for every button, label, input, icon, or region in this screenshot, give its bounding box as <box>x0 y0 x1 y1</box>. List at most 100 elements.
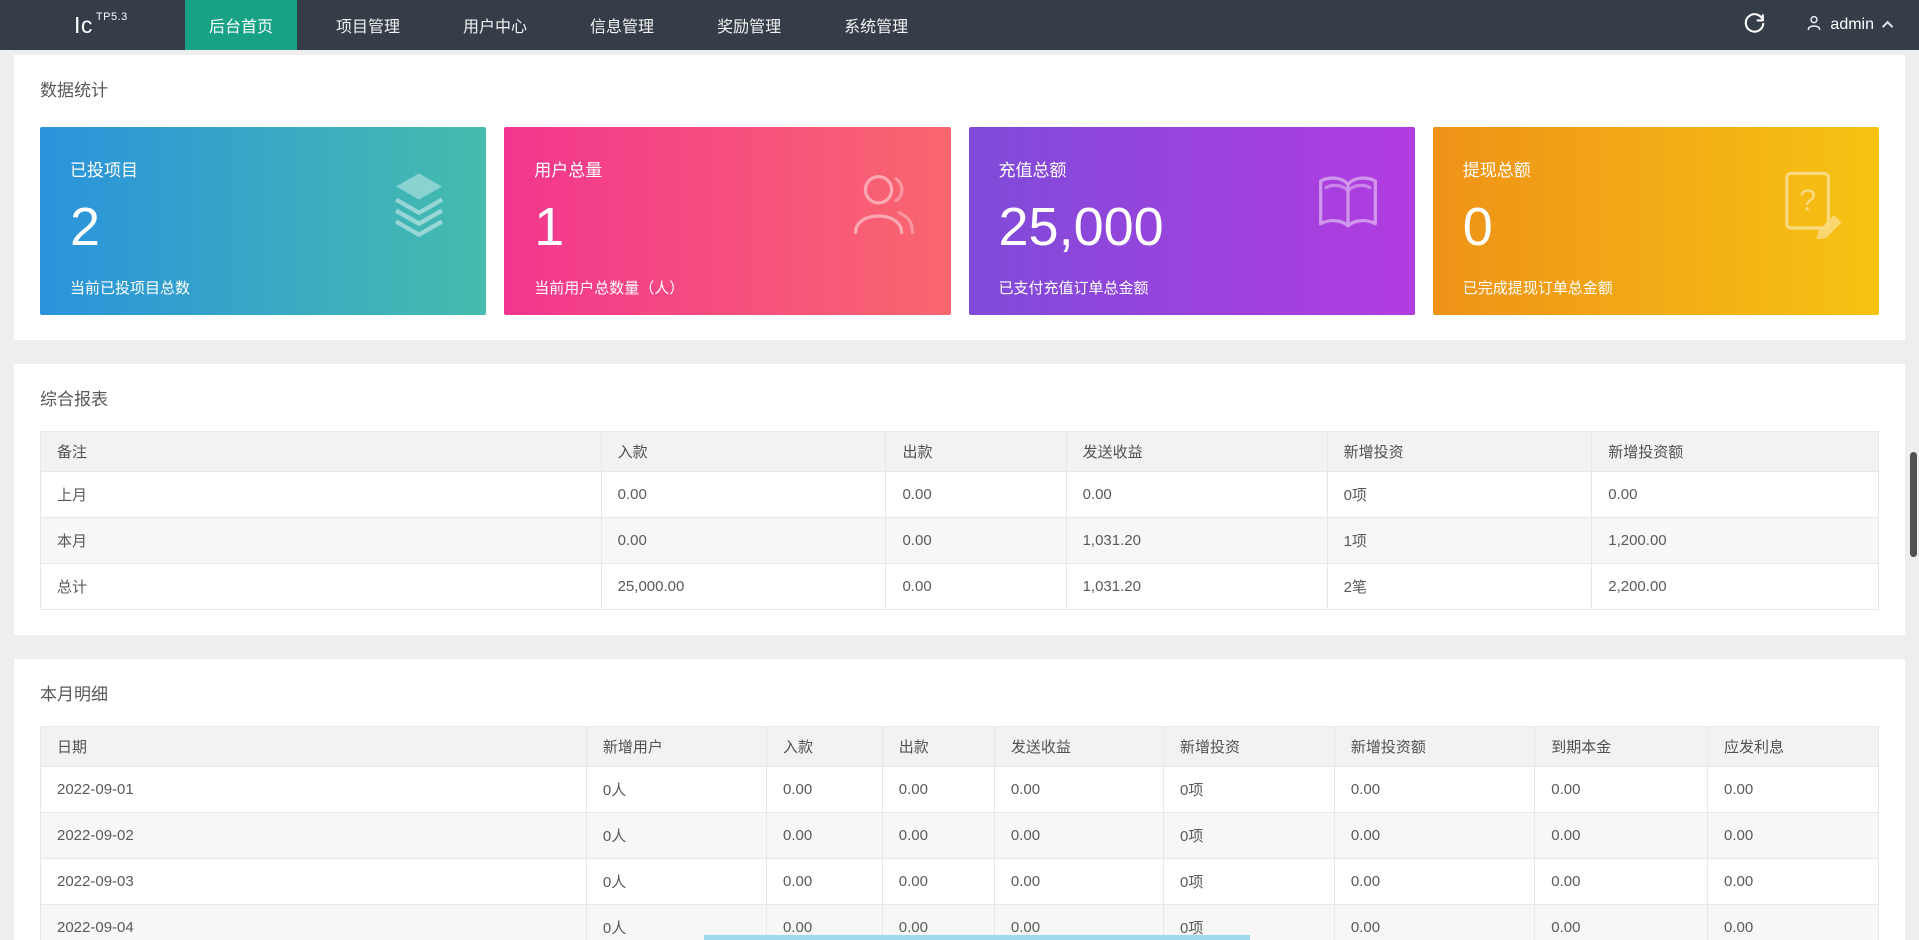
report-column-header-4: 新增投资 <box>1326 431 1593 472</box>
report-cell-1-4: 1项 <box>1326 517 1593 564</box>
detail-cell-1-4: 0.00 <box>993 812 1164 859</box>
nav-item-0[interactable]: 后台首页 <box>185 0 298 50</box>
report-column-header-2: 出款 <box>885 431 1067 472</box>
detail-cell-0-4: 0.00 <box>993 766 1164 813</box>
nav-item-1[interactable]: 项目管理 <box>312 0 424 50</box>
report-cell-2-0: 总计 <box>40 563 602 610</box>
doc-question-icon: ? <box>1777 169 1847 241</box>
layers-icon <box>384 169 454 239</box>
detail-table: 日期 新增用户 入款 出款 发送收益 新增投资 新增投资额 到期本金 应发利息 2022-09-… <box>40 726 1879 940</box>
detail-cell-2-3: 0.00 <box>881 858 995 905</box>
stat-card-1: 用户总量 1 当前用户总数量（人） <box>504 127 951 315</box>
report-cell-2-2: 0.00 <box>885 563 1067 610</box>
stats-panel: 数据统计 已投项目 2 当前已投项目总数 用户总量 1 当前用户总数量（人） 充值总额 25,… <box>14 55 1905 340</box>
report-cell-2-4: 2笔 <box>1326 563 1593 610</box>
stat-card-desc: 已支付充值订单总金额 <box>998 280 1149 297</box>
user-menu[interactable]: admin <box>1783 0 1919 50</box>
user-name: admin <box>1830 16 1874 33</box>
refresh-icon <box>1744 13 1765 37</box>
detail-cell-0-1: 0人 <box>585 766 768 813</box>
stat-card-0: 已投项目 2 当前已投项目总数 <box>40 127 487 315</box>
nav-item-3[interactable]: 信息管理 <box>566 0 678 50</box>
report-cell-1-2: 0.00 <box>885 517 1067 564</box>
report-panel: 综合报表 备注 入款 出款 发送收益 新增投资 新增投资额 上月 0.00 0.00 0.00 0… <box>14 364 1905 635</box>
report-cell-0-1: 0.00 <box>600 471 887 518</box>
app-logo[interactable]: Ic TP5.3 <box>0 0 185 50</box>
main-content: 数据统计 已投项目 2 当前已投项目总数 用户总量 1 当前用户总数量（人） 充值总额 25,… <box>0 50 1919 940</box>
detail-cell-0-0: 2022-09-01 <box>40 766 587 813</box>
report-section-title: 综合报表 <box>40 390 108 409</box>
vertical-scrollbar-thumb[interactable] <box>1910 452 1917 557</box>
report-cell-1-3: 1,031.20 <box>1065 517 1328 564</box>
report-table: 备注 入款 出款 发送收益 新增投资 新增投资额 上月 0.00 0.00 0.00 0项 0.00… <box>40 431 1879 610</box>
user-icon <box>1805 14 1823 37</box>
detail-cell-1-3: 0.00 <box>881 812 995 859</box>
detail-column-header-1: 新增用户 <box>585 726 768 767</box>
detail-row-1: 2022-09-02 0人 0.00 0.00 0.00 0项 0.00 0.00 0.00 <box>40 812 1879 859</box>
detail-header-row: 日期 新增用户 入款 出款 发送收益 新增投资 新增投资额 到期本金 应发利息 <box>40 726 1879 767</box>
detail-cell-3-7: 0.00 <box>1534 904 1708 940</box>
report-cell-0-3: 0.00 <box>1065 471 1328 518</box>
detail-cell-0-7: 0.00 <box>1534 766 1708 813</box>
detail-cell-1-8: 0.00 <box>1707 812 1879 859</box>
detail-table-body: 2022-09-01 0人 0.00 0.00 0.00 0项 0.00 0.00 0.00 20… <box>40 766 1879 940</box>
nav-item-4[interactable]: 奖励管理 <box>693 0 805 50</box>
chevron-up-icon <box>1881 20 1894 33</box>
detail-cell-2-0: 2022-09-03 <box>40 858 587 905</box>
stats-section-title: 数据统计 <box>40 81 108 100</box>
detail-cell-1-5: 0项 <box>1162 812 1335 859</box>
detail-cell-1-2: 0.00 <box>766 812 883 859</box>
report-column-header-0: 备注 <box>40 431 602 472</box>
detail-cell-2-6: 0.00 <box>1333 858 1536 905</box>
report-column-header-3: 发送收益 <box>1065 431 1328 472</box>
detail-column-header-6: 新增投资额 <box>1333 726 1536 767</box>
detail-row-0: 2022-09-01 0人 0.00 0.00 0.00 0项 0.00 0.00 0.00 <box>40 766 1879 813</box>
report-cell-1-0: 本月 <box>40 517 602 564</box>
detail-cell-1-0: 2022-09-02 <box>40 812 587 859</box>
user-icon <box>849 169 919 239</box>
detail-cell-3-6: 0.00 <box>1333 904 1536 940</box>
detail-cell-0-6: 0.00 <box>1333 766 1536 813</box>
stat-card-2: 充值总额 25,000 已支付充值订单总金额 <box>968 127 1415 315</box>
detail-column-header-4: 发送收益 <box>993 726 1164 767</box>
report-cell-0-4: 0项 <box>1326 471 1593 518</box>
stats-cards: 已投项目 2 当前已投项目总数 用户总量 1 当前用户总数量（人） 充值总额 25,000 已支… <box>40 127 1879 315</box>
detail-cell-0-3: 0.00 <box>881 766 995 813</box>
detail-column-header-7: 到期本金 <box>1534 726 1708 767</box>
detail-cell-1-1: 0人 <box>585 812 768 859</box>
detail-column-header-5: 新增投资 <box>1162 726 1335 767</box>
detail-row-2: 2022-09-03 0人 0.00 0.00 0.00 0项 0.00 0.00 0.00 <box>40 858 1879 905</box>
report-column-header-1: 入款 <box>600 431 887 472</box>
report-row-1: 本月 0.00 0.00 1,031.20 1项 1,200.00 <box>40 517 1879 564</box>
report-header-row: 备注 入款 出款 发送收益 新增投资 新增投资额 <box>40 431 1879 472</box>
detail-column-header-8: 应发利息 <box>1707 726 1879 767</box>
detail-cell-0-8: 0.00 <box>1707 766 1879 813</box>
detail-cell-2-4: 0.00 <box>993 858 1164 905</box>
report-cell-0-2: 0.00 <box>885 471 1067 518</box>
logo-version: TP5.3 <box>95 11 128 23</box>
report-row-2: 总计 25,000.00 0.00 1,031.20 2笔 2,200.00 <box>40 563 1879 610</box>
detail-column-header-0: 日期 <box>40 726 587 767</box>
navbar: Ic TP5.3 后台首页 项目管理 用户中心 信息管理 奖励管理 系统管理 admin <box>0 0 1919 50</box>
stat-card-desc: 当前用户总数量（人） <box>534 280 685 297</box>
stat-card-desc: 当前已投项目总数 <box>70 280 191 297</box>
stat-card-3: 提现总额 0 已完成提现订单总金额? <box>1432 127 1879 315</box>
report-row-0: 上月 0.00 0.00 0.00 0项 0.00 <box>40 471 1879 518</box>
detail-cell-2-1: 0人 <box>585 858 768 905</box>
svg-text:?: ? <box>1799 184 1816 218</box>
refresh-button[interactable] <box>1725 0 1783 50</box>
detail-section-title: 本月明细 <box>40 685 108 704</box>
nav-item-5[interactable]: 系统管理 <box>820 0 932 50</box>
report-cell-2-3: 1,031.20 <box>1065 563 1328 610</box>
detail-cell-2-8: 0.00 <box>1707 858 1879 905</box>
logo-text: Ic <box>74 11 93 38</box>
nav-item-2[interactable]: 用户中心 <box>439 0 551 50</box>
horizontal-scrollbar-thumb[interactable] <box>704 935 1250 940</box>
report-cell-0-0: 上月 <box>40 471 602 518</box>
navbar-right: admin <box>1725 0 1919 50</box>
report-cell-2-5: 2,200.00 <box>1591 563 1879 610</box>
report-cell-1-1: 0.00 <box>600 517 887 564</box>
report-column-header-5: 新增投资额 <box>1591 431 1879 472</box>
detail-cell-1-7: 0.00 <box>1534 812 1708 859</box>
open-book-icon <box>1313 169 1383 239</box>
